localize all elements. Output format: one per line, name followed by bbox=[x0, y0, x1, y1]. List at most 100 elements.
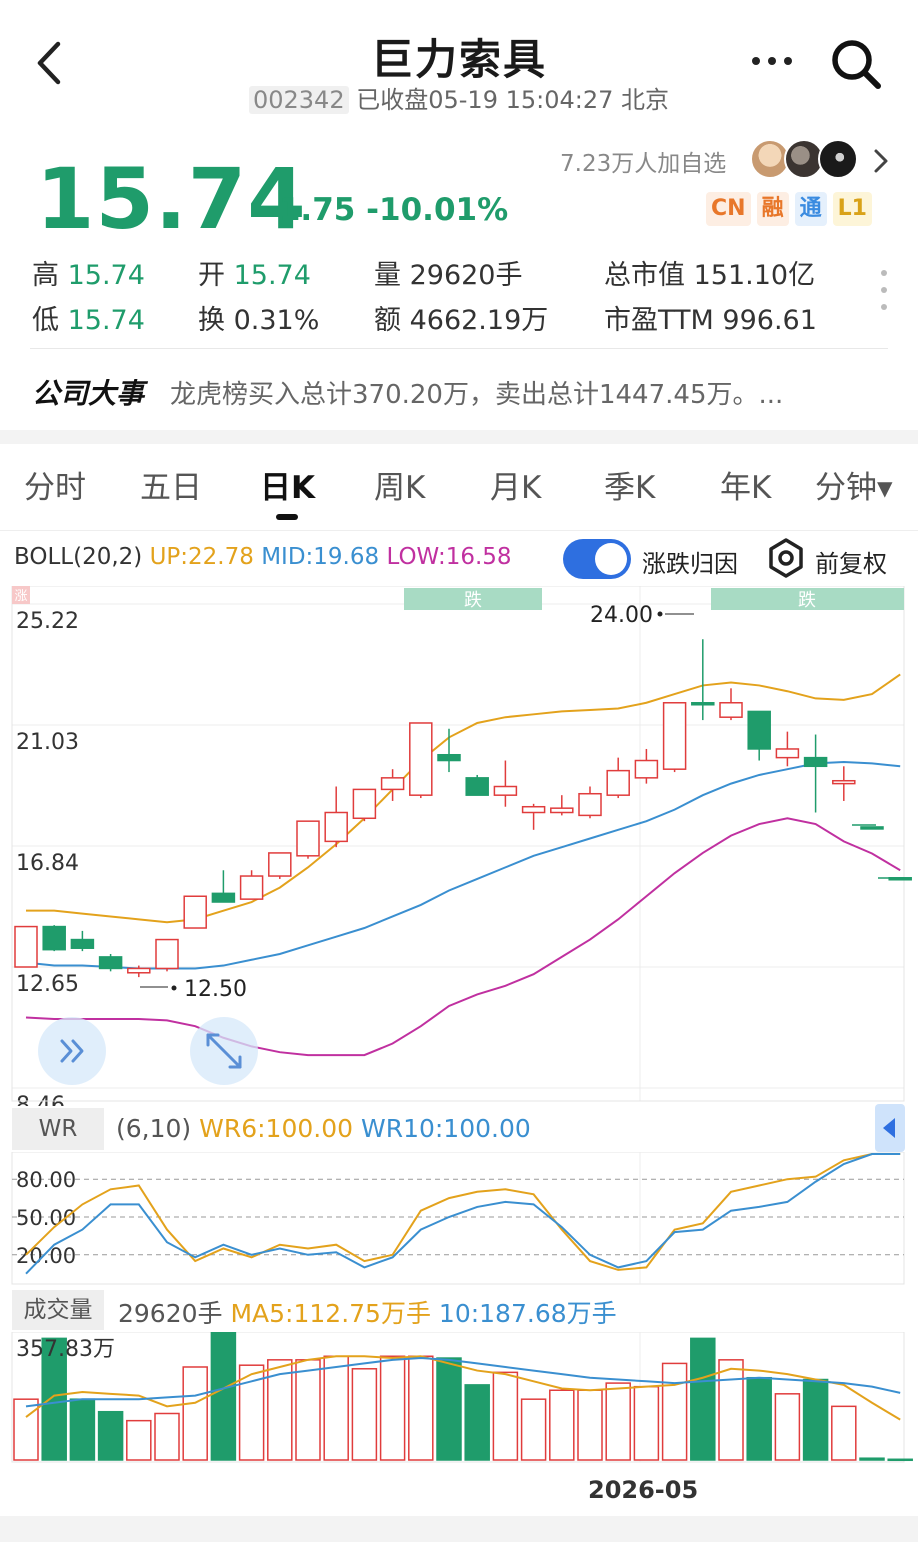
tab-intraday[interactable]: 分时 bbox=[24, 462, 86, 507]
divider bbox=[0, 530, 918, 531]
wr-params-row: (6,10) WR6:100.00 WR10:100.00 bbox=[116, 1114, 531, 1143]
candle-body bbox=[98, 956, 123, 970]
tag-l1: L1 bbox=[832, 192, 872, 226]
boll-mid-value: MID:19.68 bbox=[261, 544, 380, 570]
candle-body bbox=[465, 777, 489, 796]
candle-body bbox=[493, 785, 518, 796]
boll-up-value: UP:22.78 bbox=[149, 544, 254, 570]
boll-legend[interactable]: BOLL(20,2) UP:22.78 MID:19.68 LOW:16.58 bbox=[14, 544, 512, 570]
chart-frame bbox=[11, 1152, 905, 1285]
attribution-toggle[interactable] bbox=[563, 539, 631, 579]
stat-open: 开 15.74 bbox=[198, 260, 311, 291]
volume-bar bbox=[182, 1366, 208, 1461]
tag-connect: 通 bbox=[794, 192, 827, 226]
candle-body bbox=[521, 805, 546, 814]
forward-adjust-label[interactable]: 前复权 bbox=[815, 544, 887, 579]
candle-body bbox=[268, 852, 292, 877]
min-marker bbox=[171, 985, 177, 991]
stat-turnover: 换 0.31% bbox=[198, 305, 320, 336]
chevron-right-icon[interactable] bbox=[870, 148, 892, 174]
volume-bar bbox=[295, 1359, 321, 1461]
tab-monthly-k[interactable]: 月K bbox=[490, 462, 541, 507]
candle-body bbox=[183, 895, 207, 929]
stat-pe-ttm: 市盈TTM 996.61 bbox=[604, 305, 817, 336]
tab-minute[interactable]: 分钟▾ bbox=[815, 462, 893, 507]
active-tab-indicator bbox=[276, 514, 298, 520]
y-tick-label: 16.84 bbox=[16, 851, 79, 876]
candle-body bbox=[155, 938, 179, 970]
tab-weekly-k[interactable]: 周K bbox=[374, 462, 425, 507]
volume-legend[interactable]: 成交量 29620手 MA5:112.75万手 10:187.68万手 bbox=[12, 1290, 892, 1330]
y-tick-label: 80.00 bbox=[16, 1168, 76, 1192]
watcher-avatars[interactable] bbox=[750, 139, 860, 181]
volume-bar bbox=[126, 1419, 152, 1461]
wr-legend[interactable]: WR (6,10) WR6:100.00 WR10:100.00 bbox=[12, 1108, 874, 1150]
volume-max-label: 357.83万 bbox=[16, 1337, 115, 1362]
volume-name: 成交量 bbox=[12, 1290, 104, 1330]
avatar bbox=[818, 139, 858, 179]
tab-daily-k[interactable]: 日K bbox=[260, 462, 315, 507]
wr-chart[interactable]: 80.00 50.00 20.00 bbox=[0, 1152, 918, 1286]
candle-body bbox=[437, 753, 461, 762]
candle-body bbox=[239, 875, 264, 900]
volume-bar bbox=[520, 1398, 547, 1461]
expand-panel-button[interactable] bbox=[38, 1017, 106, 1085]
volume-ma5: MA5:112.75万手 bbox=[230, 1299, 431, 1328]
tag-cn: CN bbox=[706, 192, 751, 226]
more-options-icon[interactable] bbox=[748, 46, 796, 76]
candlestick-chart[interactable]: 25.22 21.03 16.84 12.65 8.46 24.00 12.50 跌 跌 涨 bbox=[0, 586, 918, 1106]
fullscreen-button[interactable] bbox=[190, 1017, 258, 1085]
candle-body bbox=[550, 807, 574, 814]
volume-bar bbox=[210, 1332, 237, 1461]
fullscreen-icon bbox=[206, 1033, 242, 1069]
volume-bar bbox=[605, 1382, 631, 1461]
y-tick-label: 12.65 bbox=[16, 972, 79, 997]
tab-quarterly-k[interactable]: 季K bbox=[604, 462, 655, 507]
wr-name: WR bbox=[12, 1108, 104, 1150]
candle-body bbox=[409, 722, 433, 796]
stat-high: 高 15.74 bbox=[32, 260, 145, 291]
candle-body bbox=[70, 938, 95, 949]
y-tick-label: 20.00 bbox=[16, 1244, 76, 1268]
volume-bar bbox=[831, 1405, 857, 1461]
y-tick-label: 8.46 bbox=[16, 1093, 65, 1106]
price-change: -1.75 -10.01% bbox=[266, 192, 508, 228]
candle-body bbox=[127, 967, 151, 974]
settings-gear-icon[interactable] bbox=[766, 538, 806, 578]
attribution-toggle-label: 涨跌归因 bbox=[642, 550, 738, 578]
section-separator bbox=[0, 430, 918, 444]
candle-body bbox=[719, 702, 743, 718]
tab-five-day[interactable]: 五日 bbox=[140, 462, 202, 507]
candle-body bbox=[662, 702, 687, 770]
y-tick-label: 25.22 bbox=[16, 609, 79, 634]
watchlist-count[interactable]: 7.23万人加自选 bbox=[560, 144, 726, 178]
volume-bar bbox=[323, 1355, 349, 1461]
min-price-label: 12.50 bbox=[184, 977, 247, 1002]
y-tick-label: 21.03 bbox=[16, 730, 79, 755]
company-events-text[interactable]: 龙虎榜买入总计370.20万，卖出总计1447.45万。... bbox=[170, 374, 783, 411]
boll-mid-line bbox=[25, 760, 901, 970]
collapse-panel-button[interactable] bbox=[875, 1104, 905, 1152]
candle-body bbox=[380, 777, 405, 791]
search-icon[interactable] bbox=[828, 36, 884, 92]
volume-bar bbox=[69, 1398, 96, 1461]
volume-chart[interactable]: 357.83万 bbox=[0, 1332, 918, 1468]
volume-bar bbox=[379, 1355, 406, 1461]
expand-stats-icon[interactable] bbox=[878, 268, 890, 312]
volume-bar bbox=[464, 1384, 490, 1461]
stat-amount: 额 4662.19万 bbox=[374, 305, 549, 336]
x-axis-date-label: 2026-05 bbox=[588, 1476, 699, 1504]
tag-margin: 融 bbox=[756, 192, 789, 226]
volume-bar bbox=[718, 1359, 744, 1461]
candle-body bbox=[211, 892, 236, 903]
wr10-value: WR10:100.00 bbox=[360, 1114, 531, 1143]
company-events-label[interactable]: 公司大事 bbox=[32, 372, 144, 412]
market-status: 002342 已收盘05-19 15:04:27 北京 bbox=[0, 80, 918, 115]
candle-body bbox=[352, 788, 377, 820]
candle-body bbox=[691, 702, 715, 706]
tab-yearly-k[interactable]: 年K bbox=[720, 462, 771, 507]
max-marker bbox=[657, 611, 663, 617]
volume-bar bbox=[887, 1458, 913, 1462]
candle-body bbox=[578, 792, 602, 817]
volume-bar bbox=[154, 1412, 180, 1461]
